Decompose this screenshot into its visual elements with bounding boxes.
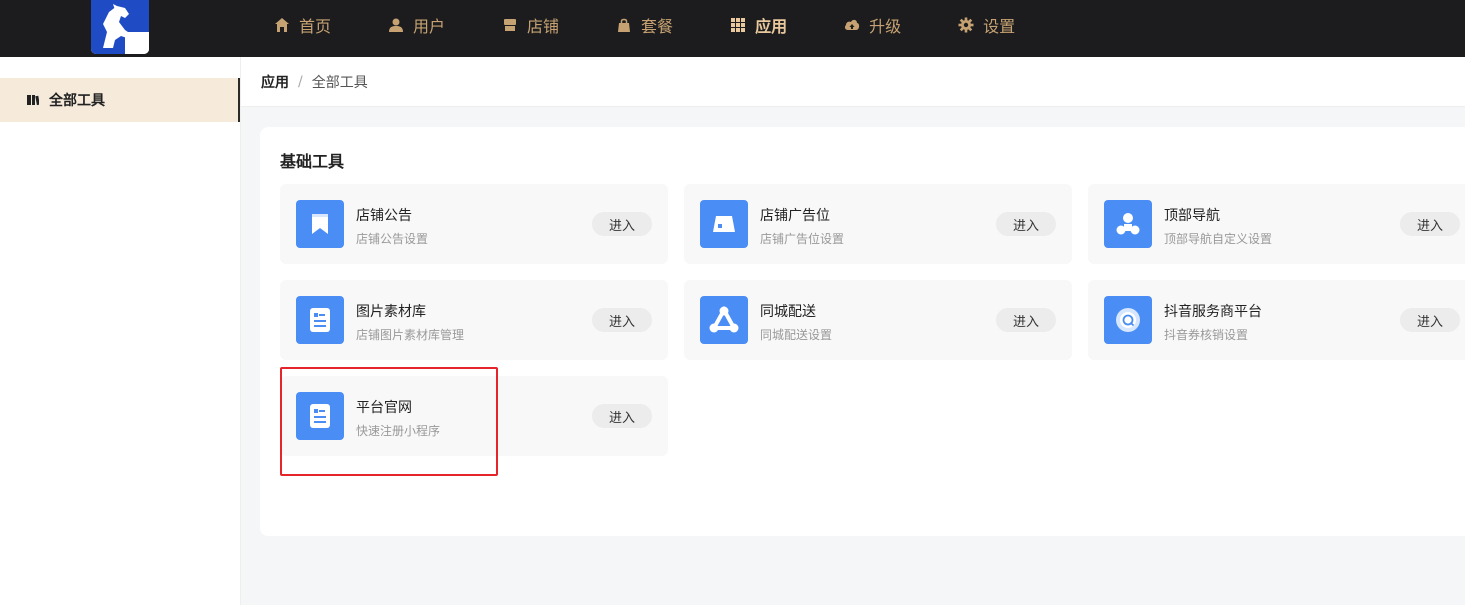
tool-card-top-nav: 顶部导航 顶部导航自定义设置 进入	[1088, 184, 1465, 264]
ad-board-icon	[700, 200, 748, 248]
bag-icon	[616, 17, 632, 33]
nav-item-users[interactable]: 用户	[372, 0, 461, 50]
breadcrumb-current: 全部工具	[311, 74, 368, 91]
home-icon	[274, 17, 290, 33]
tool-name: 顶部导航	[1164, 208, 1220, 224]
image-doc-icon	[296, 296, 344, 344]
tool-name: 店铺广告位	[760, 208, 830, 224]
nav-item-packages[interactable]: 套餐	[600, 0, 689, 50]
store-icon	[502, 17, 518, 33]
tool-desc: 店铺公告设置	[356, 232, 429, 246]
top-bar: 首页 用户 店铺 套餐 应用 升级 设置	[0, 0, 1465, 57]
user-icon	[388, 17, 404, 33]
section-title: 基础工具	[280, 152, 345, 171]
grid-icon	[730, 17, 746, 33]
horse-logo[interactable]	[91, 0, 149, 54]
bookmark-icon	[296, 200, 344, 248]
tool-name: 图片素材库	[356, 304, 426, 320]
nav-label: 用户	[413, 17, 446, 36]
tool-card-city-delivery: 同城配送 同城配送设置 进入	[684, 280, 1072, 360]
tool-card-douyin-service: 抖音服务商平台 抖音券核销设置 进入	[1088, 280, 1465, 360]
sidebar: 全部工具	[0, 57, 241, 605]
tool-card-store-notice: 店铺公告 店铺公告设置 进入	[280, 184, 668, 264]
nav-label: 升级	[869, 17, 902, 36]
nav-label: 套餐	[641, 17, 674, 36]
tool-desc: 店铺广告位设置	[760, 232, 845, 246]
navigation-icon	[1104, 200, 1152, 248]
breadcrumb-apps[interactable]: 应用	[261, 72, 289, 92]
nav-item-stores[interactable]: 店铺	[486, 0, 575, 50]
enter-button[interactable]: 进入	[996, 308, 1056, 332]
sidebar-item-label: 全部工具	[49, 93, 105, 109]
nav-label: 首页	[299, 17, 332, 36]
tool-desc: 顶部导航自定义设置	[1164, 232, 1273, 246]
nav-item-settings[interactable]: 设置	[942, 0, 1031, 50]
enter-button[interactable]: 进入	[592, 212, 652, 236]
nav-item-apps[interactable]: 应用	[714, 0, 803, 50]
highlight-box	[280, 367, 498, 476]
tool-card-image-library: 图片素材库 店铺图片素材库管理 进入	[280, 280, 668, 360]
breadcrumb-separator: /	[298, 73, 303, 90]
breadcrumb: 应用 / 全部工具	[241, 57, 1465, 107]
gear-icon	[958, 17, 974, 33]
delivery-network-icon	[700, 296, 748, 344]
sidebar-item-all-tools[interactable]: 全部工具	[0, 78, 240, 122]
tool-name: 同城配送	[760, 304, 816, 320]
enter-button[interactable]: 进入	[1400, 212, 1460, 236]
enter-button[interactable]: 进入	[592, 404, 652, 428]
tool-desc: 同城配送设置	[760, 328, 833, 342]
nav-label: 设置	[983, 17, 1016, 36]
enter-button[interactable]: 进入	[592, 308, 652, 332]
book-icon	[27, 94, 40, 106]
cloud-upload-icon	[844, 17, 860, 33]
tool-desc: 店铺图片素材库管理	[356, 328, 465, 342]
nav-item-home[interactable]: 首页	[258, 0, 347, 50]
nav-item-upgrade[interactable]: 升级	[828, 0, 917, 50]
nav-label: 应用	[755, 17, 788, 36]
enter-button[interactable]: 进入	[996, 212, 1056, 236]
main-nav: 首页 用户 店铺 套餐 应用 升级 设置	[258, 0, 1056, 50]
enter-button[interactable]: 进入	[1400, 308, 1460, 332]
tool-desc: 抖音券核销设置	[1164, 328, 1249, 342]
tool-name: 抖音服务商平台	[1164, 304, 1262, 320]
tool-card-store-ads: 店铺广告位 店铺广告位设置 进入	[684, 184, 1072, 264]
tool-name: 店铺公告	[356, 208, 412, 224]
douyin-service-icon	[1104, 296, 1152, 344]
nav-label: 店铺	[527, 17, 560, 36]
